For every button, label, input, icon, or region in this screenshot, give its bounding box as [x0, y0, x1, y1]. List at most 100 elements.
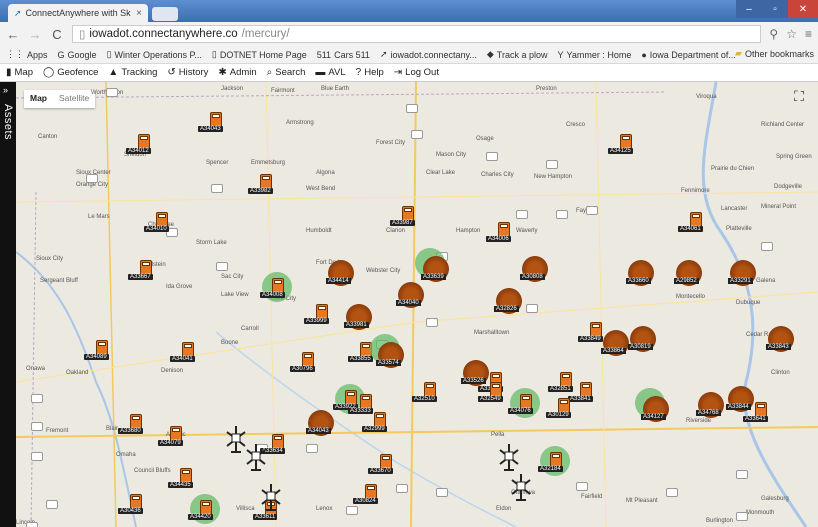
vehicle-cluster-marker[interactable]: A33981	[344, 302, 374, 332]
browser-title-bar: ➚ ConnectAnywhere with Sk × – ▫ ✕	[0, 0, 818, 22]
map-type-map-button[interactable]: Map	[24, 90, 53, 108]
bookmark-item[interactable]: 511 Cars 511	[317, 50, 370, 60]
vehicle-cluster-marker[interactable]: A33843	[766, 324, 796, 354]
window-close-button[interactable]: ✕	[788, 0, 818, 18]
menu-icon[interactable]: ≡	[805, 27, 812, 41]
vehicle-cluster-marker[interactable]: A33864	[601, 328, 631, 358]
tab-close-icon[interactable]: ×	[136, 8, 142, 19]
snowplow-truck-icon[interactable]: A30824	[353, 484, 381, 506]
other-bookmarks-folder[interactable]: ▰ Other bookmarks	[735, 48, 814, 59]
snowplow-truck-icon[interactable]: A33680	[118, 414, 146, 436]
bookmark-item[interactable]: Y Yammer : Home	[557, 50, 631, 60]
snowplow-truck-icon[interactable]: A34008	[260, 278, 288, 300]
snowplow-truck-icon[interactable]: A34061	[678, 212, 706, 234]
vehicle-cluster-marker[interactable]: A34414	[326, 258, 356, 288]
bookmark-item[interactable]: ⋮⋮ Apps	[6, 49, 48, 60]
fullscreen-icon[interactable]: ⛶	[790, 88, 808, 106]
vehicle-id-label: A34006	[486, 236, 511, 242]
new-tab-button[interactable]	[152, 7, 178, 21]
snowplow-truck-icon[interactable]: A33333	[348, 394, 376, 416]
snowplow-truck-icon[interactable]: A34010	[144, 212, 172, 234]
snowplow-truck-icon[interactable]: A33634	[260, 434, 288, 456]
snowplow-truck-icon[interactable]: A32510	[412, 382, 440, 404]
toolbar-search-button[interactable]: ⌕ Search	[267, 67, 306, 78]
toolbar-map-button[interactable]: ▮ Map	[6, 67, 33, 78]
snowplow-truck-icon[interactable]: A34076	[508, 394, 536, 416]
snowplow-truck-icon[interactable]: A32184	[538, 452, 566, 474]
vehicle-cluster-marker[interactable]: A33574	[376, 340, 406, 370]
toolbar-label: Help	[364, 67, 384, 78]
plow-equipment-icon[interactable]	[256, 482, 286, 516]
snowplow-truck-icon[interactable]: A33641	[743, 402, 771, 424]
town-label: Sioux City	[36, 256, 64, 262]
url-input[interactable]: ▯ iowadot.connectanywhere.co/mercury/	[72, 25, 762, 43]
snowplow-truck-icon[interactable]: A34125	[608, 134, 636, 156]
bookmark-item[interactable]: ● Iowa Department of...	[641, 50, 735, 60]
plow-equipment-icon[interactable]	[241, 442, 271, 476]
window-minimize-button[interactable]: –	[736, 0, 762, 18]
snowplow-truck-icon[interactable]: A33987	[390, 206, 418, 228]
snowplow-truck-icon[interactable]: A33667	[128, 260, 156, 282]
snowplow-truck-icon[interactable]: A32851	[548, 372, 576, 394]
snowplow-truck-icon[interactable]: A30129	[546, 398, 574, 420]
map-canvas[interactable]: Map Satellite ⛶ WorthingtonJacksonFairmo…	[16, 82, 818, 527]
vehicle-cluster-marker[interactable]: A30819	[628, 324, 658, 354]
town-label: Dodgeville	[774, 184, 803, 190]
toolbar-avl-button[interactable]: ▬ AVL	[315, 67, 345, 78]
town-label: Mineral Point	[761, 204, 797, 210]
snowplow-truck-icon[interactable]: A34006	[486, 222, 514, 244]
vehicle-cluster-marker[interactable]: A34768	[696, 390, 726, 420]
snowplow-truck-icon[interactable]: A30796	[290, 352, 318, 374]
snowplow-truck-icon[interactable]: A30436	[118, 494, 146, 516]
forward-arrow-icon[interactable]: →	[28, 27, 42, 42]
highway-shield-icon	[46, 500, 58, 509]
browser-tab[interactable]: ➚ ConnectAnywhere with Sk ×	[8, 4, 148, 22]
snowplow-truck-icon[interactable]: A34012	[126, 134, 154, 156]
snowplow-truck-icon[interactable]: A33670	[368, 454, 396, 476]
toolbar-admin-button[interactable]: ✱ Admin	[218, 67, 256, 78]
vehicle-cluster-marker[interactable]: A32826	[494, 286, 524, 316]
vehicle-id-label: A33660	[626, 278, 651, 284]
back-arrow-icon[interactable]: ←	[6, 27, 20, 42]
bookmark-star-icon[interactable]: ☆	[786, 27, 797, 41]
address-bar: ← → C ▯ iowadot.connectanywhere.co/mercu…	[0, 22, 818, 46]
bookmark-item[interactable]: ▯ DOTNET Home Page	[212, 49, 307, 60]
bookmark-item[interactable]: G Google	[58, 50, 97, 60]
toolbar-tracking-button[interactable]: ▲ Tracking	[108, 67, 157, 78]
vehicle-cluster-marker[interactable]: A34127	[641, 394, 671, 424]
snowplow-truck-icon[interactable]: A34420	[188, 500, 216, 522]
location-pin-icon[interactable]: ⚲	[769, 27, 778, 41]
window-maximize-button[interactable]: ▫	[762, 0, 788, 18]
vehicle-cluster-marker[interactable]: A33639	[421, 254, 451, 284]
snowplow-truck-icon[interactable]: A32549	[478, 382, 506, 404]
expand-chevron-icon[interactable]: »	[3, 85, 8, 95]
vehicle-cluster-marker[interactable]: A30808	[520, 254, 550, 284]
plow-equipment-icon[interactable]	[506, 472, 536, 506]
vehicle-cluster-marker[interactable]: A33291	[728, 258, 758, 288]
toolbar-log-out-button[interactable]: ⇥ Log Out	[394, 67, 439, 78]
snowplow-truck-icon[interactable]: A34041	[170, 342, 198, 364]
snowplow-truck-icon[interactable]: A34435	[168, 468, 196, 490]
snowplow-truck-icon[interactable]: A33841	[568, 382, 596, 404]
map-type-satellite-button[interactable]: Satellite	[53, 90, 95, 108]
snowplow-truck-icon[interactable]: A34043	[198, 112, 226, 134]
toolbar-help-button[interactable]: ? Help	[356, 67, 384, 78]
toolbar-geofence-button[interactable]: ◯ Geofence	[43, 67, 98, 78]
assets-sidebar[interactable]: » Assets	[0, 82, 16, 527]
snowplow-truck-icon[interactable]: A33982	[248, 174, 276, 196]
town-label: Clarion	[386, 228, 406, 234]
snowplow-truck-icon[interactable]: A34079	[158, 426, 186, 448]
snowplow-truck-icon[interactable]: A33999	[304, 304, 332, 326]
vehicle-id-label: A33864	[601, 348, 626, 354]
vehicle-cluster-marker[interactable]: A34040	[396, 280, 426, 310]
plow-equipment-icon[interactable]	[494, 442, 524, 476]
toolbar-history-button[interactable]: ↺ History	[167, 67, 208, 78]
bookmark-item[interactable]: ◆ Track a plow	[487, 49, 548, 60]
bookmark-item[interactable]: ➚ iowadot.connectany...	[380, 49, 477, 60]
vehicle-cluster-marker[interactable]: A29852	[674, 258, 704, 288]
bookmark-item[interactable]: ▯ Winter Operations P...	[107, 49, 202, 60]
reload-icon[interactable]: C	[50, 27, 64, 42]
vehicle-cluster-marker[interactable]: A34043	[306, 408, 336, 438]
vehicle-cluster-marker[interactable]: A33660	[626, 258, 656, 288]
snowplow-truck-icon[interactable]: A34089	[84, 340, 112, 362]
